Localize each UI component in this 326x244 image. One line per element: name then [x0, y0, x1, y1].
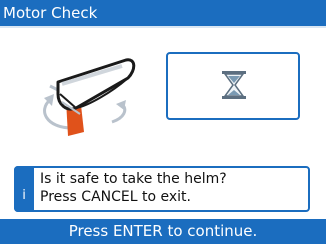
footer-prompt: Press ENTER to continue.	[0, 219, 326, 244]
message-box: i Is it safe to take the helm? Press CAN…	[14, 166, 310, 212]
info-strip: i	[14, 166, 34, 212]
motor-check-screen: Motor Check i Is it safe to take the hel…	[0, 0, 326, 244]
page-title: Motor Check	[0, 0, 326, 26]
message-line-question: Is it safe to take the helm?	[40, 171, 227, 187]
hourglass-icon	[222, 71, 246, 99]
status-panel	[166, 52, 300, 120]
title-divider	[0, 26, 326, 28]
info-icon: i	[22, 188, 26, 203]
message-line-cancel-hint: Press CANCEL to exit.	[40, 189, 191, 205]
boat-steering-icon	[43, 58, 136, 136]
